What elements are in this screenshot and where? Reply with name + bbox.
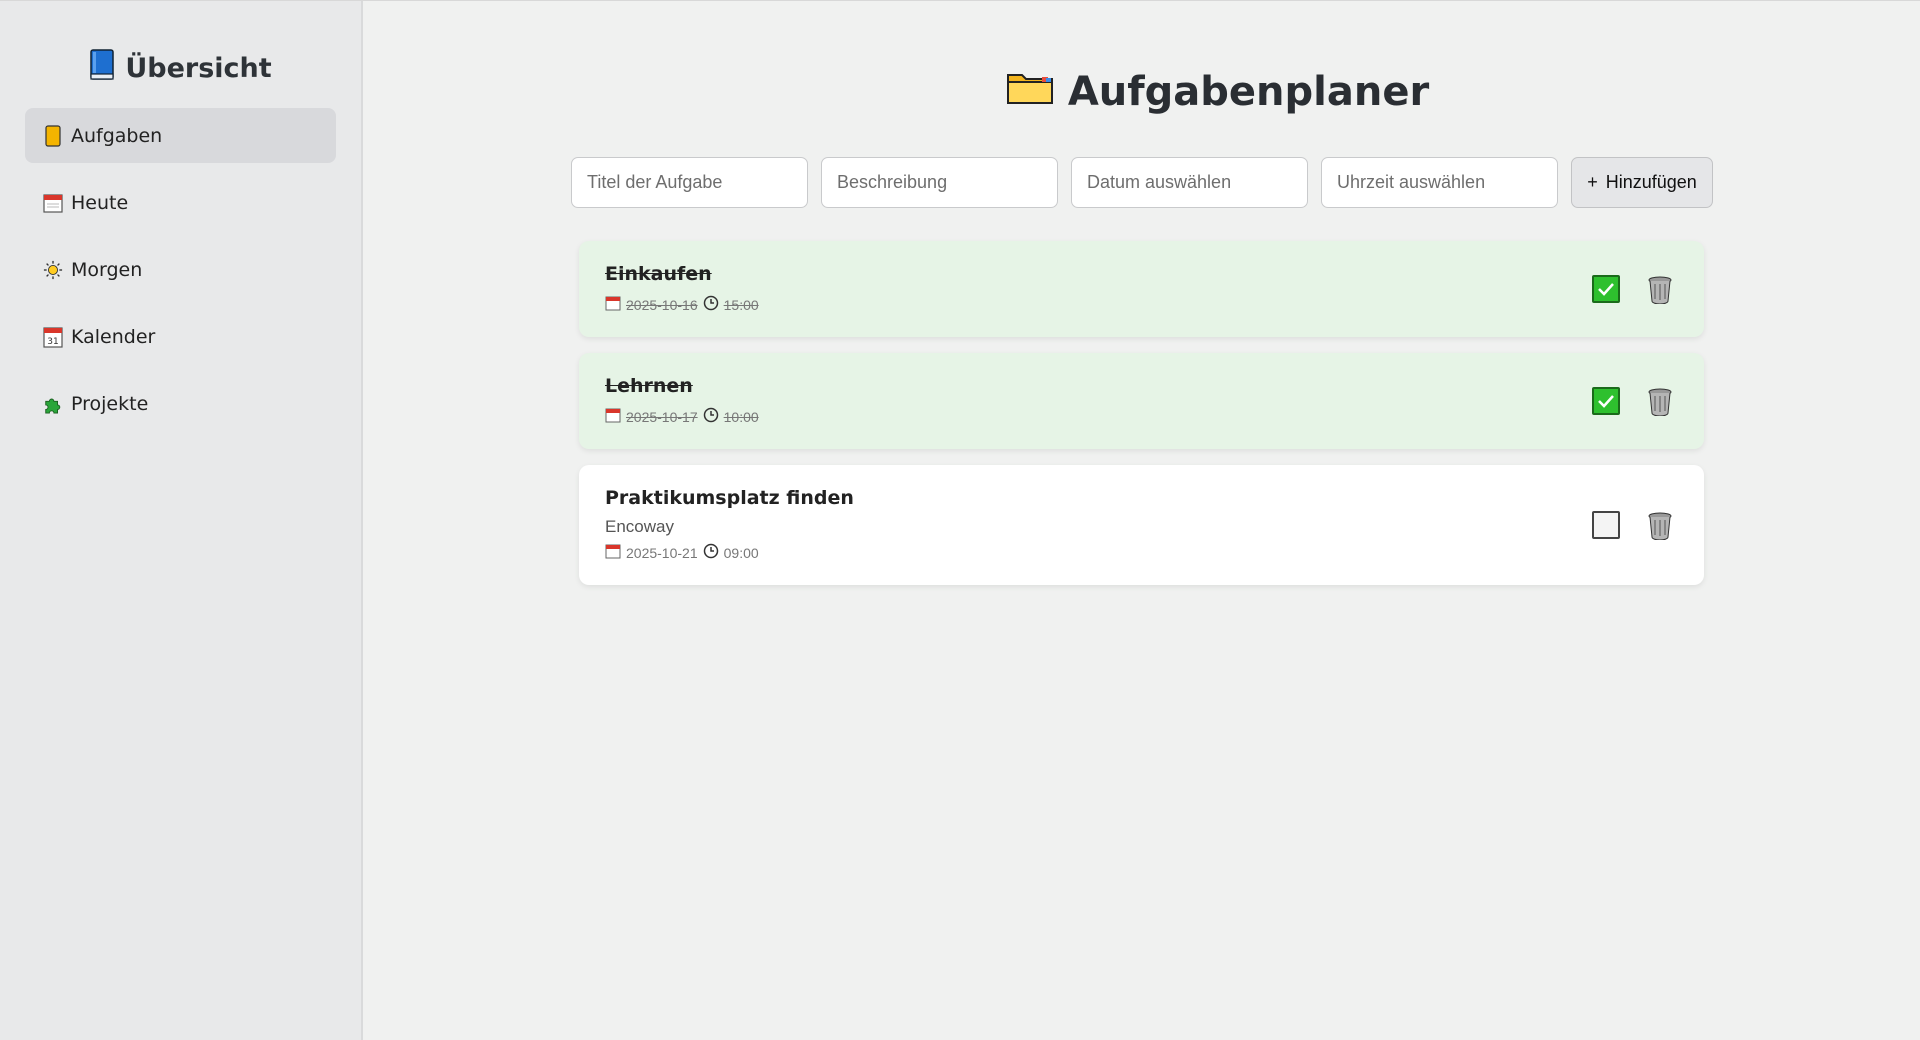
app-root: Übersicht Aufgaben Heute Morgen 31 Kalen… bbox=[0, 0, 1920, 1040]
blue-book-icon bbox=[89, 49, 115, 88]
sidebar-item-label: Aufgaben bbox=[71, 124, 163, 147]
add-task-button[interactable]: + Hinzufügen bbox=[1571, 157, 1713, 208]
calendar-today-icon bbox=[43, 192, 63, 214]
clock-icon bbox=[703, 295, 719, 314]
description-input[interactable] bbox=[821, 157, 1058, 208]
task-title: Praktikumsplatz finden bbox=[605, 487, 854, 509]
sidebar-item-label: Morgen bbox=[71, 258, 143, 281]
date-input[interactable] bbox=[1071, 157, 1308, 208]
calendar-icon bbox=[605, 295, 621, 314]
task-item: Einkaufen 2025-10-16 15:00 bbox=[579, 241, 1704, 337]
task-done-checkbox[interactable] bbox=[1592, 275, 1620, 303]
task-meta: 2025-10-21 09:00 bbox=[605, 543, 1678, 562]
task-title: Einkaufen bbox=[605, 263, 712, 285]
task-done-checkbox[interactable] bbox=[1592, 511, 1620, 539]
task-date: 2025-10-21 bbox=[626, 544, 698, 561]
page-title: Aufgabenplaner bbox=[363, 69, 1920, 115]
sun-icon bbox=[43, 259, 63, 281]
title-input[interactable] bbox=[571, 157, 808, 208]
time-input[interactable] bbox=[1321, 157, 1558, 208]
folder-icon bbox=[1006, 69, 1054, 115]
checkmark-icon bbox=[1598, 283, 1614, 296]
calendar-icon bbox=[605, 543, 621, 562]
task-actions bbox=[1592, 386, 1674, 416]
task-time: 15:00 bbox=[723, 296, 759, 313]
clipboard-icon bbox=[43, 124, 63, 147]
sidebar-item-kalender[interactable]: 31 Kalender bbox=[25, 309, 336, 364]
task-time: 09:00 bbox=[723, 544, 759, 561]
task-date: 2025-10-16 bbox=[626, 296, 698, 313]
add-button-label: Hinzufügen bbox=[1605, 172, 1697, 192]
clock-icon bbox=[703, 543, 719, 562]
task-list: Einkaufen 2025-10-16 15:00 Lehrnen 2025-… bbox=[579, 241, 1704, 601]
plus-icon: + bbox=[1587, 172, 1598, 192]
checkmark-icon bbox=[1598, 395, 1614, 408]
sidebar-item-label: Heute bbox=[71, 191, 129, 214]
trash-icon[interactable] bbox=[1646, 274, 1674, 304]
task-item: Lehrnen 2025-10-17 10:00 bbox=[579, 353, 1704, 449]
sidebar-item-label: Kalender bbox=[71, 325, 156, 348]
page-title-text: Aufgabenplaner bbox=[1067, 69, 1430, 115]
task-form: + Hinzufügen bbox=[571, 157, 1713, 208]
sidebar-title: Übersicht bbox=[0, 49, 361, 88]
calendar-icon bbox=[605, 407, 621, 426]
task-actions bbox=[1592, 274, 1674, 304]
clock-icon bbox=[703, 407, 719, 426]
sidebar-item-projekte[interactable]: Projekte bbox=[25, 376, 336, 431]
task-time: 10:00 bbox=[723, 408, 759, 425]
sidebar-nav: Aufgaben Heute Morgen 31 Kalender Projek… bbox=[0, 108, 361, 431]
puzzle-icon bbox=[43, 393, 63, 415]
sidebar-item-heute[interactable]: Heute bbox=[25, 175, 336, 230]
svg-text:31: 31 bbox=[47, 337, 58, 347]
task-title: Lehrnen bbox=[605, 375, 693, 397]
task-meta: 2025-10-17 10:00 bbox=[605, 407, 1678, 426]
task-description: Encoway bbox=[605, 517, 674, 536]
task-item: Praktikumsplatz finden Encoway 2025-10-2… bbox=[579, 465, 1704, 585]
sidebar-item-label: Projekte bbox=[71, 392, 149, 415]
main-content: Aufgabenplaner + Hinzufügen Einkaufen bbox=[363, 1, 1920, 1040]
sidebar: Übersicht Aufgaben Heute Morgen 31 Kalen… bbox=[0, 1, 363, 1040]
task-done-checkbox[interactable] bbox=[1592, 387, 1620, 415]
calendar-31-icon: 31 bbox=[43, 326, 63, 348]
sidebar-title-text: Übersicht bbox=[125, 53, 272, 84]
trash-icon[interactable] bbox=[1646, 510, 1674, 540]
sidebar-item-aufgaben[interactable]: Aufgaben bbox=[25, 108, 336, 163]
task-actions bbox=[1592, 510, 1674, 540]
task-meta: 2025-10-16 15:00 bbox=[605, 295, 1678, 314]
task-date: 2025-10-17 bbox=[626, 408, 698, 425]
sidebar-item-morgen[interactable]: Morgen bbox=[25, 242, 336, 297]
trash-icon[interactable] bbox=[1646, 386, 1674, 416]
